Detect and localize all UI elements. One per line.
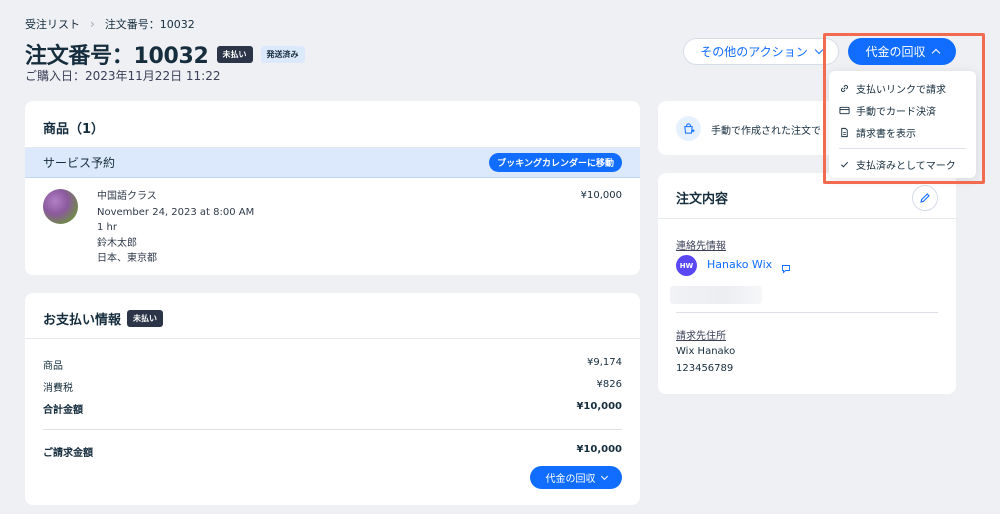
breadcrumb-separator-icon: › xyxy=(90,17,95,31)
edit-button[interactable] xyxy=(912,185,938,211)
tax-label: 消費税 xyxy=(43,383,73,394)
product-name: 中国語クラス xyxy=(97,191,157,202)
menu-item-mark-as-paid[interactable]: 支払済みとしてマーク xyxy=(839,157,956,172)
credit-card-icon xyxy=(839,106,850,115)
collect-payment-bottom-label: 代金の回収 xyxy=(545,474,596,485)
collect-payment-button-bottom[interactable]: 代金の回収 xyxy=(530,466,622,489)
shopping-bag-icon xyxy=(676,116,701,141)
breadcrumb-current: 注文番号：10032 xyxy=(104,18,195,31)
document-icon xyxy=(841,127,848,138)
chevron-down-icon xyxy=(600,472,608,480)
purchase-date: ご購入日：2023年11月22日 11:22 xyxy=(25,69,221,83)
divider xyxy=(658,218,956,219)
order-info-title: 注文内容 xyxy=(676,192,729,207)
payment-title: お支払い情報 xyxy=(43,313,122,328)
total-row: 合計金額 ¥10,000 xyxy=(43,401,622,416)
product-price: ¥10,000 xyxy=(580,190,622,201)
menu-item-view-invoice-label: 請求書を表示 xyxy=(856,129,916,140)
amount-due-value: ¥10,000 xyxy=(576,444,622,455)
chat-icon[interactable] xyxy=(781,259,791,278)
product-thumbnail xyxy=(43,189,78,224)
product-details: 中国語クラス November 24, 2023 at 8:00 AM 1 hr… xyxy=(97,189,254,267)
product-datetime: November 24, 2023 at 8:00 AM xyxy=(97,206,255,218)
billing-address-label: 請求先住所 xyxy=(676,331,726,342)
chevron-up-icon xyxy=(931,48,940,58)
divider xyxy=(25,338,640,339)
collect-payment-button[interactable]: 代金の回収 xyxy=(848,38,956,65)
tax-row: 消費税 ¥826 xyxy=(43,379,622,394)
contact-info-label: 連絡先情報 xyxy=(676,241,726,252)
subtotal-row: 商品 ¥9,174 xyxy=(43,357,622,372)
avatar: HW xyxy=(676,255,697,276)
product-duration: 1 hr xyxy=(97,222,117,233)
blurred-contact-details xyxy=(670,286,762,304)
service-booking-bar: サービス予約 ブッキングカレンダーに移動 xyxy=(25,148,640,178)
payment-title-row: お支払い情報 未払い xyxy=(43,309,164,328)
amount-due-label: ご請求金額 xyxy=(43,448,93,459)
other-actions-label: その他のアクション xyxy=(700,45,808,59)
menu-item-manual-card[interactable]: 手動でカード決済 xyxy=(839,103,936,118)
payment-info-card: お支払い情報 未払い 商品 ¥9,174 消費税 ¥826 合計金額 ¥10,0… xyxy=(25,293,640,505)
payment-unpaid-badge: 未払い xyxy=(127,310,164,327)
menu-item-view-invoice[interactable]: 請求書を表示 xyxy=(839,125,916,140)
checkmark-icon xyxy=(840,161,849,168)
menu-item-payment-link[interactable]: 支払いリンクで請求 xyxy=(839,81,946,96)
product-staff: 鈴木太郎 xyxy=(97,237,137,249)
subtotal-label: 商品 xyxy=(43,361,63,372)
pencil-icon xyxy=(920,193,930,203)
product-location: 日本、東京都 xyxy=(97,253,157,264)
menu-item-manual-card-label: 手動でカード決済 xyxy=(856,107,936,118)
total-value: ¥10,000 xyxy=(576,401,622,412)
products-card: 商品（1） サービス予約 ブッキングカレンダーに移動 中国語クラス Novemb… xyxy=(25,101,640,275)
collect-payment-label: 代金の回収 xyxy=(865,45,926,59)
shipped-badge: 発送済み xyxy=(260,45,305,63)
subtotal-value: ¥9,174 xyxy=(587,357,622,368)
billing-name: Wix Hanako xyxy=(676,346,736,357)
other-actions-button[interactable]: その他のアクション xyxy=(683,38,839,65)
service-label: サービス予約 xyxy=(43,156,116,170)
menu-divider xyxy=(839,148,966,149)
divider xyxy=(43,429,622,430)
amount-due-row: ご請求金額 ¥10,000 xyxy=(43,444,622,459)
title-row: 注文番号：10032 未払い 発送済み xyxy=(25,38,305,70)
page-title: 注文番号：10032 xyxy=(25,44,209,69)
contact-name-link[interactable]: Hanako Wix xyxy=(707,258,772,271)
unpaid-badge: 未払い xyxy=(216,45,253,63)
tax-value: ¥826 xyxy=(596,379,622,390)
manual-order-text: 手動で作成された注文で xyxy=(711,126,821,137)
breadcrumb: 受注リスト › 注文番号：10032 xyxy=(25,16,195,32)
menu-item-payment-link-label: 支払いリンクで請求 xyxy=(856,85,946,96)
order-info-card: 注文内容 連絡先情報 HW Hanako Wix 請求先住所 Wix Hanak… xyxy=(658,173,956,394)
collect-payment-dropdown: 支払いリンクで請求 手動でカード決済 請求書を表示 支払済みとしてマーク xyxy=(829,71,976,178)
breadcrumb-root[interactable]: 受注リスト xyxy=(25,16,80,32)
link-icon xyxy=(841,85,848,92)
menu-item-mark-as-paid-label: 支払済みとしてマーク xyxy=(856,161,956,172)
billing-number: 123456789 xyxy=(676,363,734,374)
products-title: 商品（1） xyxy=(43,122,105,137)
go-to-booking-calendar-button[interactable]: ブッキングカレンダーに移動 xyxy=(489,153,622,172)
divider xyxy=(676,312,938,313)
total-label: 合計金額 xyxy=(43,405,83,416)
chevron-down-icon xyxy=(814,45,823,55)
